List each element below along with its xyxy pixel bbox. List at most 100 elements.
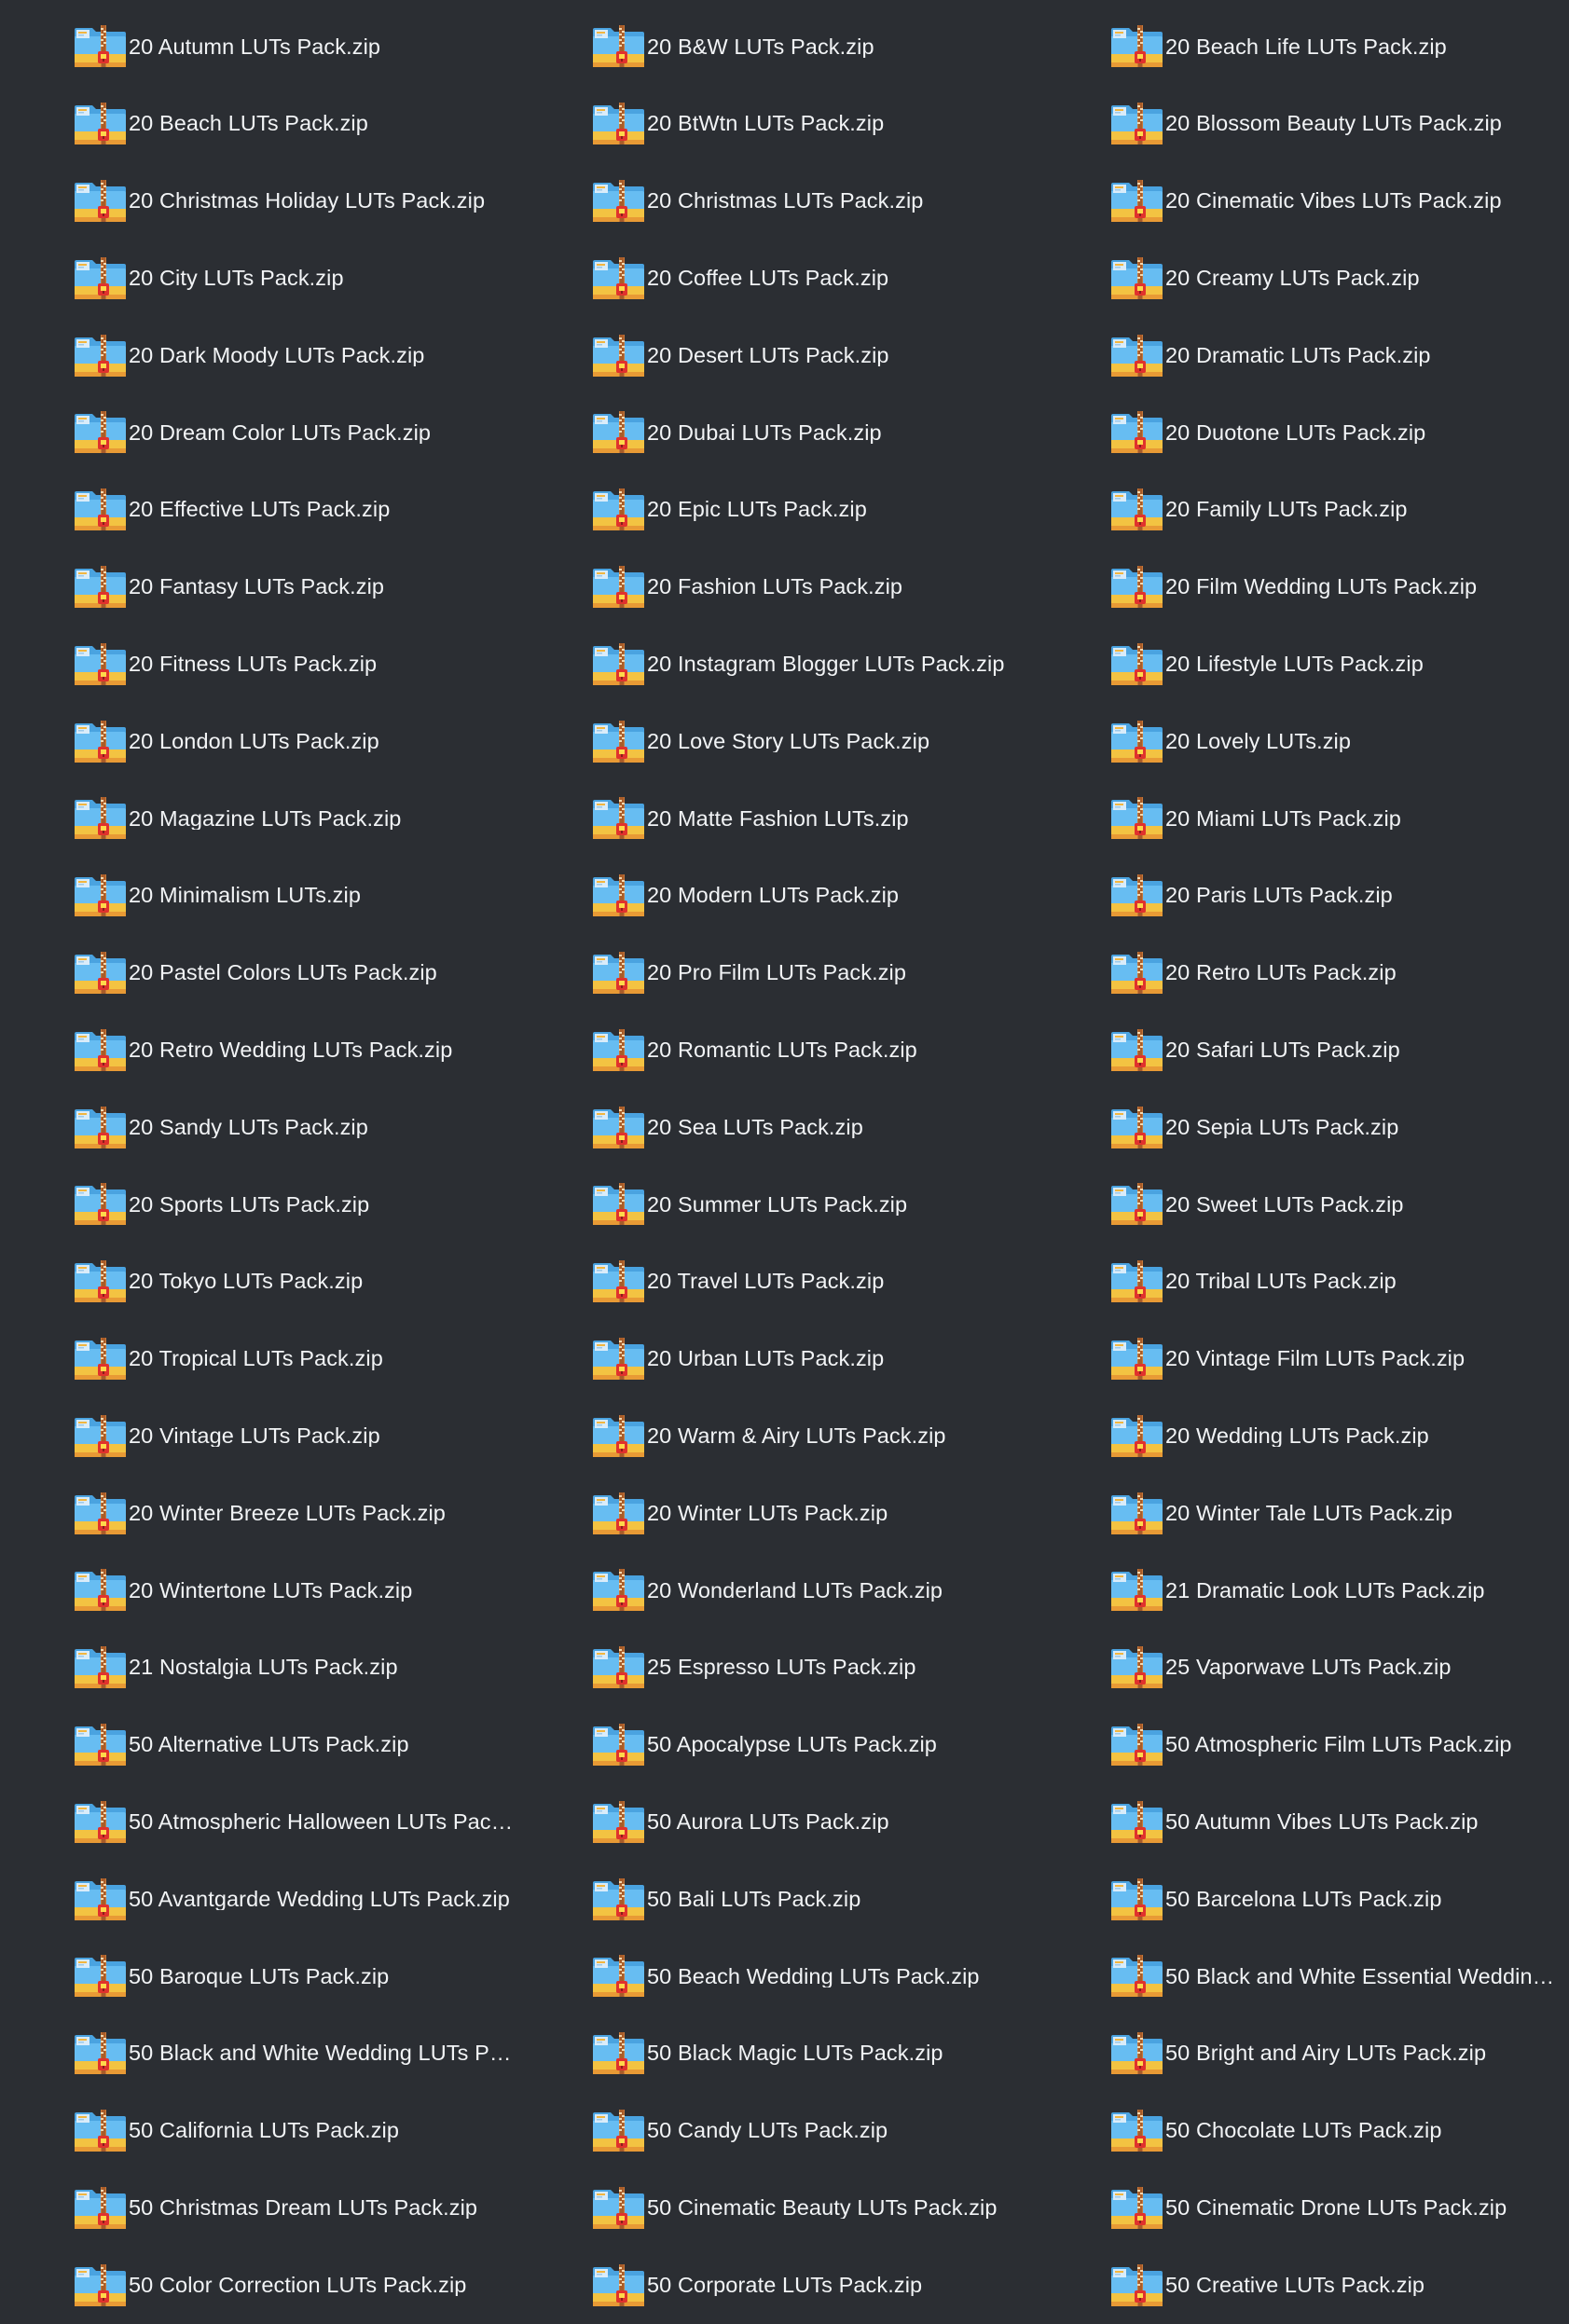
file-name: 50 Baroque LUTs Pack.zip <box>129 1965 390 1988</box>
file-item[interactable]: 50 Black Magic LUTs Pack.zip <box>518 2015 1037 2093</box>
file-item[interactable]: 50 Bali LUTs Pack.zip <box>518 1861 1037 1938</box>
file-item[interactable]: 25 Vaporwave LUTs Pack.zip <box>1037 1630 1569 1707</box>
file-item[interactable]: 50 Corporate LUTs Pack.zip <box>518 2247 1037 2324</box>
file-item[interactable]: 20 Dream Color LUTs Pack.zip <box>0 394 518 472</box>
file-name: 21 Nostalgia LUTs Pack.zip <box>129 1657 398 1679</box>
file-item[interactable]: 20 Pro Film LUTs Pack.zip <box>518 935 1037 1012</box>
file-item[interactable]: 50 Atmospheric Halloween LUTs Pack.z... <box>0 1783 518 1861</box>
file-item[interactable]: 20 Sandy LUTs Pack.zip <box>0 1089 518 1166</box>
file-item[interactable]: 50 Apocalypse LUTs Pack.zip <box>518 1707 1037 1784</box>
file-name: 50 Alternative LUTs Pack.zip <box>129 1734 409 1756</box>
zip-archive-icon <box>591 408 645 457</box>
file-name: 20 Sea LUTs Pack.zip <box>647 1116 863 1139</box>
file-item[interactable]: 50 Black and White Essential Wedding ... <box>1037 1938 1569 2015</box>
file-item[interactable]: 20 London LUTs Pack.zip <box>0 703 518 780</box>
file-item[interactable]: 50 Black and White Wedding LUTs Pac... <box>0 2015 518 2093</box>
file-item[interactable]: 20 Autumn LUTs Pack.zip <box>0 8 518 86</box>
file-item[interactable]: 20 Vintage Film LUTs Pack.zip <box>1037 1321 1569 1398</box>
file-item[interactable]: 20 Wintertone LUTs Pack.zip <box>0 1552 518 1630</box>
file-item[interactable]: 20 Paris LUTs Pack.zip <box>1037 858 1569 935</box>
file-item[interactable]: 20 Winter LUTs Pack.zip <box>518 1475 1037 1552</box>
file-item[interactable]: 20 Miami LUTs Pack.zip <box>1037 780 1569 858</box>
file-item[interactable]: 20 Fashion LUTs Pack.zip <box>518 549 1037 626</box>
file-item[interactable]: 50 Bright and Airy LUTs Pack.zip <box>1037 2015 1569 2093</box>
file-item[interactable]: 20 Retro LUTs Pack.zip <box>1037 935 1569 1012</box>
file-item[interactable]: 20 Christmas LUTs Pack.zip <box>518 163 1037 241</box>
file-item[interactable]: 20 Romantic LUTs Pack.zip <box>518 1011 1037 1089</box>
file-item[interactable]: 20 Film Wedding LUTs Pack.zip <box>1037 549 1569 626</box>
file-item[interactable]: 20 Dubai LUTs Pack.zip <box>518 394 1037 472</box>
file-item[interactable]: 20 Beach LUTs Pack.zip <box>0 86 518 163</box>
file-item[interactable]: 20 Vintage LUTs Pack.zip <box>0 1397 518 1475</box>
file-item[interactable]: 20 Travel LUTs Pack.zip <box>518 1244 1037 1321</box>
file-item[interactable]: 21 Nostalgia LUTs Pack.zip <box>0 1630 518 1707</box>
file-item[interactable]: 20 Beach Life LUTs Pack.zip <box>1037 8 1569 86</box>
file-item[interactable]: 20 Minimalism LUTs.zip <box>0 858 518 935</box>
file-item[interactable]: 20 Lifestyle LUTs Pack.zip <box>1037 626 1569 703</box>
file-item[interactable]: 20 Creamy LUTs Pack.zip <box>1037 240 1569 317</box>
file-name: 20 Vintage LUTs Pack.zip <box>129 1424 380 1448</box>
file-item[interactable]: 20 Sports LUTs Pack.zip <box>0 1166 518 1244</box>
file-item[interactable]: 20 Lovely LUTs.zip <box>1037 703 1569 780</box>
file-item[interactable]: 20 Cinematic Vibes LUTs Pack.zip <box>1037 163 1569 241</box>
file-item[interactable]: 50 Chocolate LUTs Pack.zip <box>1037 2093 1569 2170</box>
file-item[interactable]: 20 Family LUTs Pack.zip <box>1037 472 1569 549</box>
file-item[interactable]: 50 Color Correction LUTs Pack.zip <box>0 2247 518 2324</box>
file-item[interactable]: 50 Cinematic Beauty LUTs Pack.zip <box>518 2169 1037 2247</box>
file-item[interactable]: 50 Christmas Dream LUTs Pack.zip <box>0 2169 518 2247</box>
file-name: 50 Black Magic LUTs Pack.zip <box>647 2042 943 2065</box>
file-item[interactable]: 20 Retro Wedding LUTs Pack.zip <box>0 1011 518 1089</box>
file-item[interactable]: 20 Epic LUTs Pack.zip <box>518 472 1037 549</box>
file-item[interactable]: 20 Pastel Colors LUTs Pack.zip <box>0 935 518 1012</box>
file-item[interactable]: 50 Candy LUTs Pack.zip <box>518 2093 1037 2170</box>
file-item[interactable]: 20 Coffee LUTs Pack.zip <box>518 240 1037 317</box>
file-item[interactable]: 50 Beach Wedding LUTs Pack.zip <box>518 1938 1037 2015</box>
file-item[interactable]: 20 Warm & Airy LUTs Pack.zip <box>518 1397 1037 1475</box>
zip-archive-icon <box>1109 1952 1163 2001</box>
file-item[interactable]: 20 Blossom Beauty LUTs Pack.zip <box>1037 86 1569 163</box>
file-item[interactable]: 20 Matte Fashion LUTs.zip <box>518 780 1037 858</box>
file-item[interactable]: 20 Tribal LUTs Pack.zip <box>1037 1244 1569 1321</box>
file-item[interactable]: 20 Wedding LUTs Pack.zip <box>1037 1397 1569 1475</box>
file-item[interactable]: 50 Creative LUTs Pack.zip <box>1037 2247 1569 2324</box>
file-item[interactable]: 20 Sepia LUTs Pack.zip <box>1037 1089 1569 1166</box>
file-item[interactable]: 50 Barcelona LUTs Pack.zip <box>1037 1861 1569 1938</box>
file-item[interactable]: 50 Cinematic Drone LUTs Pack.zip <box>1037 2169 1569 2247</box>
file-item[interactable]: 20 Winter Tale LUTs Pack.zip <box>1037 1475 1569 1552</box>
file-item[interactable]: 50 Atmospheric Film LUTs Pack.zip <box>1037 1707 1569 1784</box>
file-item[interactable]: 25 Espresso LUTs Pack.zip <box>518 1630 1037 1707</box>
file-item[interactable]: 50 Autumn Vibes LUTs Pack.zip <box>1037 1783 1569 1861</box>
zip-archive-icon <box>73 1643 127 1692</box>
file-item[interactable]: 20 Duotone LUTs Pack.zip <box>1037 394 1569 472</box>
file-item[interactable]: 20 Tokyo LUTs Pack.zip <box>0 1244 518 1321</box>
file-item[interactable]: 20 Instagram Blogger LUTs Pack.zip <box>518 626 1037 703</box>
file-name: 50 Cinematic Beauty LUTs Pack.zip <box>647 2196 998 2220</box>
file-item[interactable]: 20 City LUTs Pack.zip <box>0 240 518 317</box>
file-item[interactable]: 20 Love Story LUTs Pack.zip <box>518 703 1037 780</box>
file-item[interactable]: 20 Tropical LUTs Pack.zip <box>0 1321 518 1398</box>
file-item[interactable]: 20 Urban LUTs Pack.zip <box>518 1321 1037 1398</box>
file-item[interactable]: 20 Sweet LUTs Pack.zip <box>1037 1166 1569 1244</box>
file-item[interactable]: 20 Dark Moody LUTs Pack.zip <box>0 317 518 394</box>
file-item[interactable]: 20 BtWtn LUTs Pack.zip <box>518 86 1037 163</box>
file-item[interactable]: 20 Winter Breeze LUTs Pack.zip <box>0 1475 518 1552</box>
file-item[interactable]: 20 Effective LUTs Pack.zip <box>0 472 518 549</box>
file-item[interactable]: 20 Christmas Holiday LUTs Pack.zip <box>0 163 518 241</box>
file-item[interactable]: 50 Alternative LUTs Pack.zip <box>0 1707 518 1784</box>
file-item[interactable]: 50 Baroque LUTs Pack.zip <box>0 1938 518 2015</box>
file-item[interactable]: 20 Dramatic LUTs Pack.zip <box>1037 317 1569 394</box>
file-item[interactable]: 20 Modern LUTs Pack.zip <box>518 858 1037 935</box>
file-item[interactable]: 20 B&W LUTs Pack.zip <box>518 8 1037 86</box>
file-item[interactable]: 20 Fitness LUTs Pack.zip <box>0 626 518 703</box>
file-item[interactable]: 50 California LUTs Pack.zip <box>0 2093 518 2170</box>
file-item[interactable]: 50 Avantgarde Wedding LUTs Pack.zip <box>0 1861 518 1938</box>
file-item[interactable]: 21 Dramatic Look LUTs Pack.zip <box>1037 1552 1569 1630</box>
file-item[interactable]: 50 Aurora LUTs Pack.zip <box>518 1783 1037 1861</box>
file-item[interactable]: 20 Sea LUTs Pack.zip <box>518 1089 1037 1166</box>
file-item[interactable]: 20 Desert LUTs Pack.zip <box>518 317 1037 394</box>
file-item[interactable]: 20 Safari LUTs Pack.zip <box>1037 1011 1569 1089</box>
file-item[interactable]: 20 Summer LUTs Pack.zip <box>518 1166 1037 1244</box>
file-item[interactable]: 20 Wonderland LUTs Pack.zip <box>518 1552 1037 1630</box>
file-item[interactable]: 20 Magazine LUTs Pack.zip <box>0 780 518 858</box>
file-item[interactable]: 20 Fantasy LUTs Pack.zip <box>0 549 518 626</box>
